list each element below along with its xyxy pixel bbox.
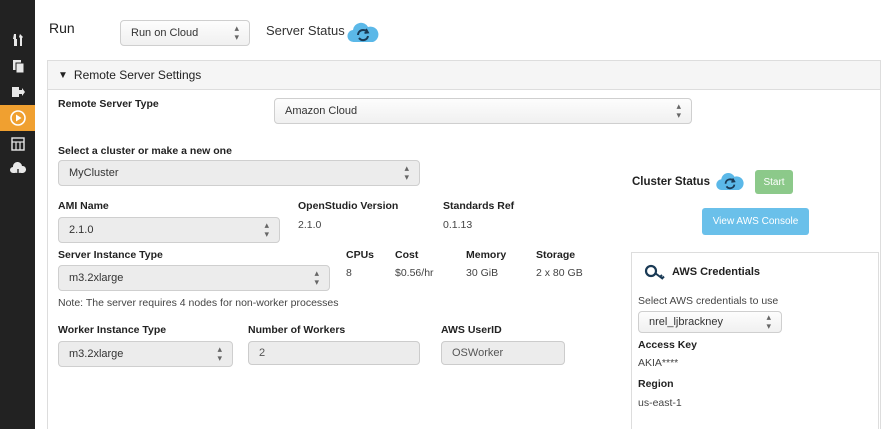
sidebar-item-documents[interactable] xyxy=(0,53,35,79)
memory-value: 30 GiB xyxy=(466,267,499,279)
aws-credentials-box: AWS Credentials Select AWS credentials t… xyxy=(631,252,879,429)
cloud-refresh-icon xyxy=(347,22,379,43)
server-instance-type-value: m3.2xlarge xyxy=(69,272,124,284)
sidebar-item-tools[interactable] xyxy=(0,27,35,53)
standards-ref-value: 0.1.13 xyxy=(443,219,473,231)
aws-credentials-header: AWS Credentials xyxy=(644,263,760,281)
cluster-status-cloud-button[interactable] xyxy=(715,171,745,193)
sidebar-item-run[interactable] xyxy=(0,105,35,131)
server-status-cloud-button[interactable] xyxy=(346,21,380,45)
aws-userid-label: AWS UserID xyxy=(441,324,502,336)
export-icon xyxy=(11,87,25,97)
run-mode-select[interactable]: Run on Cloud ▴ ▾ xyxy=(120,20,250,46)
server-note: Note: The server requires 4 nodes for no… xyxy=(58,297,339,309)
cloud-refresh-icon xyxy=(716,172,744,190)
openstudio-version-value: 2.1.0 xyxy=(298,219,322,231)
select-arrows-icon: ▴ ▾ xyxy=(766,312,771,331)
worker-instance-type-select[interactable]: m3.2xlarge ▴ ▾ xyxy=(58,341,233,367)
run-mode-value: Run on Cloud xyxy=(131,27,199,39)
remote-server-type-select[interactable]: Amazon Cloud ▴ ▾ xyxy=(274,98,692,124)
select-arrows-icon: ▴ ▾ xyxy=(234,23,239,42)
credentials-selected-value: nrel_ljbrackney xyxy=(649,316,723,328)
access-key-value: AKIA**** xyxy=(638,357,679,369)
ami-name-select[interactable]: 2.1.0 ▴ ▾ xyxy=(58,217,280,243)
worker-instance-type-value: m3.2xlarge xyxy=(69,348,124,360)
cpus-value: 8 xyxy=(346,267,352,279)
worker-instance-type-label: Worker Instance Type xyxy=(58,324,167,336)
main-content: Run Run on Cloud ▴ ▾ Server Status ▼ Remo… xyxy=(35,0,885,429)
aws-credentials-title: AWS Credentials xyxy=(672,266,761,278)
server-instance-type-label: Server Instance Type xyxy=(58,249,163,261)
credentials-select-label: Select AWS credentials to use xyxy=(638,295,779,307)
cloud-download-icon xyxy=(9,162,26,177)
cluster-status-label: Cluster Status xyxy=(632,176,710,188)
key-icon xyxy=(644,264,665,280)
tools-icon xyxy=(12,34,23,46)
region-label: Region xyxy=(638,378,674,390)
cluster-label: Select a cluster or make a new one xyxy=(58,145,232,157)
panel-title: Remote Server Settings xyxy=(73,68,202,82)
start-button[interactable]: Start xyxy=(755,170,793,194)
select-arrows-icon: ▴ ▾ xyxy=(404,163,409,182)
sidebar xyxy=(0,0,35,429)
cost-value: $0.56/hr xyxy=(395,267,434,279)
remote-server-type-label: Remote Server Type xyxy=(58,98,159,110)
memory-label: Memory xyxy=(466,249,507,261)
sidebar-item-cloud[interactable] xyxy=(0,157,35,183)
access-key-label: Access Key xyxy=(638,339,697,351)
chevron-down-icon: ▼ xyxy=(58,69,68,81)
number-of-workers-label: Number of Workers xyxy=(248,324,346,336)
select-arrows-icon: ▴ ▾ xyxy=(676,101,681,120)
server-instance-type-select[interactable]: m3.2xlarge ▴ ▾ xyxy=(58,265,330,291)
documents-icon xyxy=(12,60,24,74)
select-arrows-icon: ▴ ▾ xyxy=(314,268,319,287)
results-icon xyxy=(10,137,25,151)
select-arrows-icon: ▴ ▾ xyxy=(217,344,222,363)
storage-label: Storage xyxy=(536,249,576,261)
openstudio-version-label: OpenStudio Version xyxy=(298,200,399,212)
cpus-label: CPUs xyxy=(346,249,375,261)
cluster-value: MyCluster xyxy=(69,167,119,179)
ami-name-label: AMI Name xyxy=(58,200,109,212)
panel-header[interactable]: ▼ Remote Server Settings xyxy=(48,61,880,90)
server-status-label: Server Status xyxy=(266,23,345,38)
cost-label: Cost xyxy=(395,249,419,261)
region-value: us-east-1 xyxy=(638,397,682,409)
aws-userid-input[interactable]: OSWorker xyxy=(441,341,565,365)
ami-name-value: 2.1.0 xyxy=(69,224,94,236)
number-of-workers-input[interactable]: 2 xyxy=(248,341,420,365)
run-icon xyxy=(9,110,26,126)
remote-server-type-value: Amazon Cloud xyxy=(285,105,358,117)
credentials-select[interactable]: nrel_ljbrackney ▴ ▾ xyxy=(638,311,782,333)
view-aws-console-button[interactable]: View AWS Console xyxy=(702,208,809,235)
select-arrows-icon: ▴ ▾ xyxy=(264,220,269,239)
sidebar-item-results[interactable] xyxy=(0,131,35,157)
cluster-select[interactable]: MyCluster ▴ ▾ xyxy=(58,160,420,186)
storage-value: 2 x 80 GB xyxy=(536,267,583,279)
sidebar-item-export[interactable] xyxy=(0,79,35,105)
run-label: Run xyxy=(49,20,75,36)
standards-ref-label: Standards Ref xyxy=(443,200,515,212)
